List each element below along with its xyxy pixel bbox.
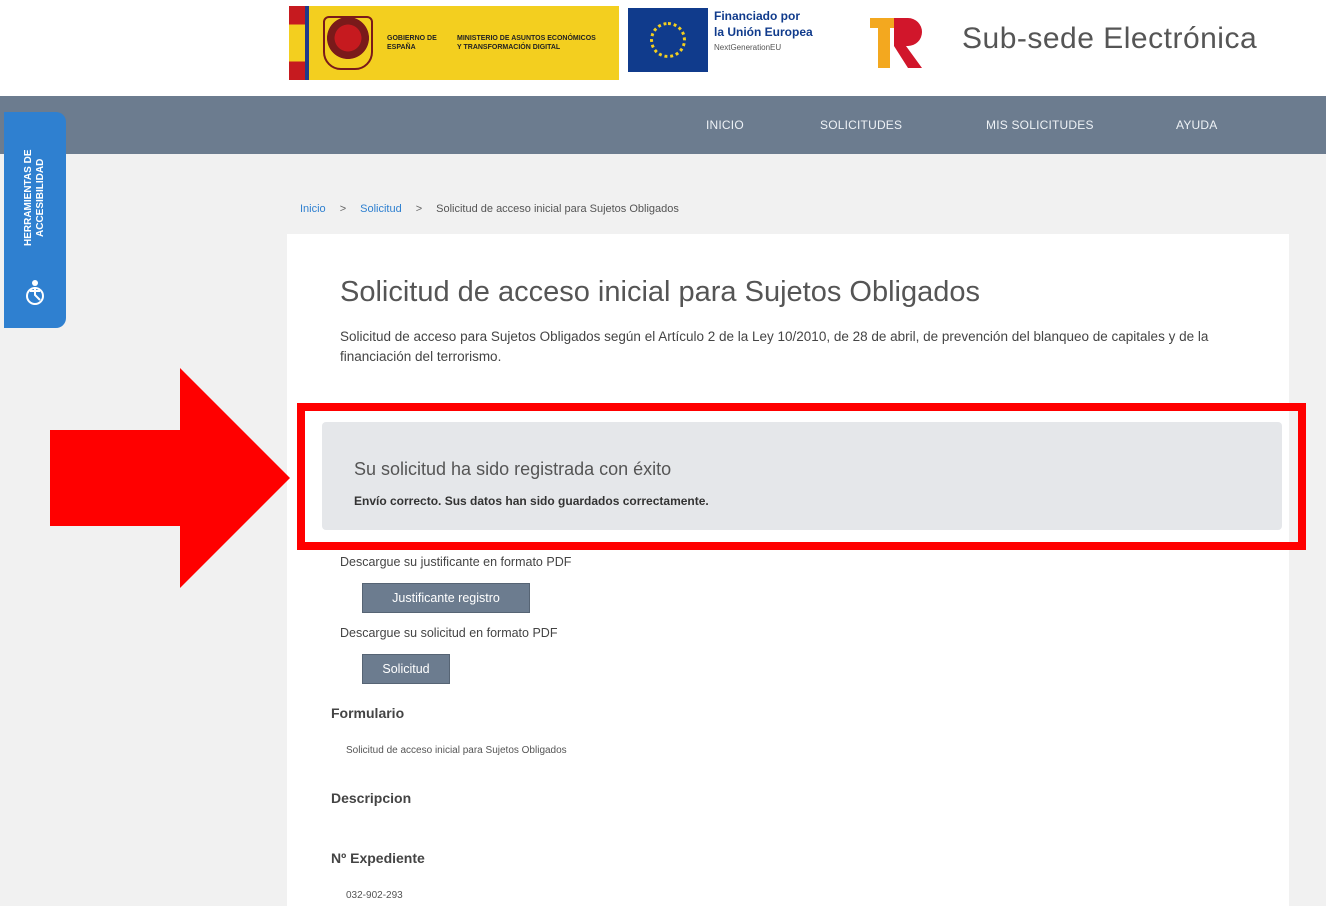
breadcrumb-separator: > xyxy=(339,203,347,215)
solicitud-download-text: Descargue su solicitud en formato PDF xyxy=(340,626,558,640)
page-description: Solicitud de acceso para Sujetos Obligad… xyxy=(340,329,1209,364)
nav-solicitudes[interactable]: SOLICITUDES xyxy=(820,118,902,132)
main-navbar: INICIO SOLICITUDES MIS SOLICITUDES AYUDA xyxy=(0,96,1326,154)
formulario-label: Formulario xyxy=(331,705,405,721)
nav-mis-solicitudes[interactable]: MIS SOLICITUDES xyxy=(986,118,1094,132)
recovery-plan-logo-icon xyxy=(870,18,922,68)
eu-text-line1: Financiado por xyxy=(714,9,801,23)
coat-of-arms-icon xyxy=(323,16,373,70)
annotation-arrow-icon xyxy=(50,368,290,588)
breadcrumb-inicio[interactable]: Inicio xyxy=(300,203,326,215)
accessibility-tools-tab[interactable]: HERRAMIENTAS DE ACCESIBILIDAD xyxy=(4,112,66,328)
nav-inicio[interactable]: INICIO xyxy=(706,118,744,132)
eu-text-line2: la Unión Europea xyxy=(714,25,813,39)
ministry-logo-text: MINISTERIO DE ASUNTOS ECONÓMICOS Y TRANS… xyxy=(457,35,596,51)
breadcrumb-current: Solicitud de acceso inicial para Sujetos… xyxy=(436,203,679,215)
expediente-value: 032-902-293 xyxy=(346,890,403,901)
eu-text-line3: NextGenerationEU xyxy=(714,43,782,52)
page-title: Solicitud de acceso inicial para Sujetos… xyxy=(340,276,980,308)
accessibility-tools-label: HERRAMIENTAS DE ACCESIBILIDAD xyxy=(23,149,46,247)
eu-flag-logo xyxy=(628,8,708,72)
eu-funding-text: Financiado por la Unión Europea NextGene… xyxy=(714,8,864,56)
expediente-label: Nº Expediente xyxy=(331,850,425,866)
breadcrumb-separator: > xyxy=(415,203,423,215)
nav-ayuda[interactable]: AYUDA xyxy=(1176,118,1217,132)
government-logo-text: GOBIERNO DE ESPAÑA xyxy=(387,35,437,51)
justificante-registro-button[interactable]: Justificante registro xyxy=(362,583,530,613)
solicitud-button[interactable]: Solicitud xyxy=(362,654,450,684)
formulario-value: Solicitud de acceso inicial para Sujetos… xyxy=(346,745,567,756)
success-alert-title: Su solicitud ha sido registrada con éxit… xyxy=(354,459,672,479)
header: GOBIERNO DE ESPAÑA MINISTERIO DE ASUNTOS… xyxy=(0,0,1326,96)
justificante-download-text: Descargue su justificante en formato PDF xyxy=(340,555,572,569)
breadcrumb-solicitud[interactable]: Solicitud xyxy=(360,203,402,215)
descripcion-label: Descripcion xyxy=(331,790,412,806)
government-logo: GOBIERNO DE ESPAÑA MINISTERIO DE ASUNTOS… xyxy=(289,6,619,80)
eu-stars-icon xyxy=(650,22,686,58)
site-title: Sub-sede Electrónica xyxy=(962,22,1258,55)
flag-strip xyxy=(289,6,309,80)
accessibility-icon xyxy=(26,280,44,305)
success-alert-message: Envío correcto. Sus datos han sido guard… xyxy=(354,494,709,508)
breadcrumb: Inicio > Solicitud > Solicitud de acceso… xyxy=(300,203,679,215)
